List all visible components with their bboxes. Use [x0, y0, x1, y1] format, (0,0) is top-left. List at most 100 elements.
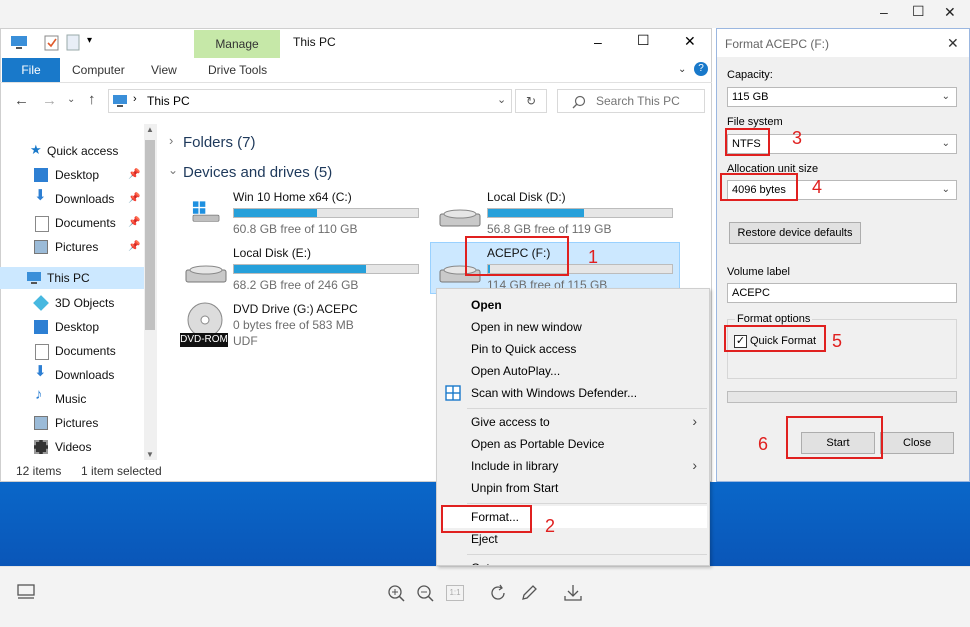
sidebar-item-pictures[interactable]: Pictures: [55, 236, 98, 258]
menu-item-open-portable[interactable]: Open as Portable Device: [471, 433, 604, 455]
explorer-maximize-icon[interactable]: ☐: [637, 32, 650, 49]
close-icon[interactable]: ✕: [944, 4, 956, 21]
capacity-label: Capacity:: [727, 69, 773, 81]
drive-filesystem: UDF: [233, 334, 258, 348]
zoom-out-icon[interactable]: [416, 584, 434, 602]
refresh-icon: ↻: [525, 94, 537, 108]
download-icon[interactable]: [564, 584, 582, 602]
status-item-count: 12 items: [16, 464, 62, 478]
volume-label-label: Volume label: [727, 266, 790, 278]
viewer-toolbar: [0, 566, 970, 627]
chevron-down-icon: ⌄: [941, 91, 950, 102]
sidebar-item-music[interactable]: Music: [55, 388, 86, 410]
explorer-close-icon[interactable]: ✕: [684, 33, 696, 50]
section-devices-and-drives[interactable]: Devices and drives (5): [183, 164, 332, 181]
annotation-number-4: 4: [812, 177, 823, 197]
tab-computer[interactable]: Computer: [72, 58, 125, 82]
sidebar-item-quick-access[interactable]: Quick access: [47, 140, 118, 162]
breadcrumb[interactable]: This PC: [147, 94, 190, 108]
sidebar-item-this-pc[interactable]: This PC: [47, 267, 90, 289]
address-dropdown-icon[interactable]: ⌄: [497, 93, 506, 106]
drive-name: Local Disk (E:): [233, 246, 312, 260]
menu-item-give-access[interactable]: Give access to: [471, 411, 550, 433]
restore-defaults-button[interactable]: Restore device defaults: [729, 222, 861, 244]
tab-drive-tools[interactable]: Drive Tools: [208, 58, 267, 82]
status-selected-count: 1 item selected: [81, 464, 162, 478]
drive-tile[interactable]: Win 10 Home x64 (C:) 60.8 GB free of 110…: [183, 190, 423, 236]
manage-tab-header[interactable]: Manage: [194, 30, 280, 58]
sidebar-item-desktop-pc[interactable]: Desktop: [55, 316, 99, 338]
rotate-icon[interactable]: [490, 584, 508, 602]
drive-usage-fill: [234, 265, 367, 273]
nav-scrollbar[interactable]: ▲ ▼: [144, 124, 157, 460]
back-icon[interactable]: ←: [14, 92, 29, 109]
menu-item-cut[interactable]: Cut: [471, 557, 490, 565]
chevron-down-icon[interactable]: ⌄: [168, 163, 178, 177]
menu-item-scan-defender[interactable]: Scan with Windows Defender...: [471, 382, 637, 404]
menu-separator: [467, 503, 707, 504]
quick-access-star-icon: ★: [30, 142, 42, 157]
new-folder-icon[interactable]: [66, 34, 80, 51]
explorer-minimize-icon[interactable]: –: [594, 34, 602, 50]
drive-usage-fill: [234, 209, 317, 217]
menu-separator: [467, 408, 707, 409]
edit-icon[interactable]: [520, 584, 538, 602]
drive-tile[interactable]: Local Disk (E:) 68.2 GB free of 246 GB: [183, 246, 423, 292]
dvd-drive-tile[interactable]: DVD-ROM DVD Drive (G:) ACEPC 0 bytes fre…: [180, 302, 423, 348]
computer-icon: [27, 272, 41, 284]
sidebar-item-3d-objects[interactable]: 3D Objects: [55, 292, 114, 314]
address-bar[interactable]: › This PC ⌄: [108, 89, 512, 113]
refresh-button[interactable]: ↻: [515, 89, 547, 113]
help-icon[interactable]: ?: [694, 62, 708, 76]
menu-item-open-new-window[interactable]: Open in new window: [471, 316, 582, 338]
sidebar-item-pictures-pc[interactable]: Pictures: [55, 412, 98, 434]
ribbon-expand-icon[interactable]: ⌄: [678, 58, 686, 82]
capacity-select[interactable]: 115 GB ⌄: [727, 87, 957, 107]
chevron-right-icon[interactable]: ›: [169, 133, 173, 148]
volume-label-input[interactable]: ACEPC: [727, 283, 957, 303]
zoom-in-icon[interactable]: [387, 584, 405, 602]
minimize-icon[interactable]: –: [880, 4, 888, 20]
tab-view[interactable]: View: [151, 58, 177, 82]
drive-name: DVD Drive (G:) ACEPC: [233, 302, 358, 316]
dvd-rom-badge: DVD-ROM: [180, 333, 228, 347]
search-field[interactable]: [557, 89, 708, 113]
drive-name: Win 10 Home x64 (C:): [233, 190, 352, 204]
downloads-icon: ⬇: [34, 187, 47, 204]
drive-name: Local Disk (D:): [487, 190, 566, 204]
up-icon[interactable]: ↑: [88, 91, 96, 108]
qat-dropdown-icon[interactable]: ▾: [87, 35, 92, 46]
properties-icon[interactable]: [44, 34, 60, 51]
computer-icon: [11, 36, 27, 49]
sidebar-item-downloads-pc[interactable]: Downloads: [55, 364, 114, 386]
annotation-number-5: 5: [832, 331, 843, 351]
videos-icon: [34, 440, 48, 454]
monitor-icon[interactable]: [17, 584, 35, 600]
menu-item-unpin-start[interactable]: Unpin from Start: [471, 477, 558, 499]
section-folders[interactable]: Folders (7): [183, 134, 256, 151]
menu-item-include-library[interactable]: Include in library: [471, 455, 558, 477]
menu-item-pin-quick-access[interactable]: Pin to Quick access: [471, 338, 576, 360]
drive-usage-bar: [233, 208, 419, 218]
tab-file[interactable]: File: [2, 58, 60, 82]
file-system-label: File system: [727, 116, 783, 128]
search-input[interactable]: [594, 93, 708, 109]
maximize-icon[interactable]: ☐: [912, 3, 925, 20]
format-dialog: Format ACEPC (F:) ✕ Capacity: 115 GB ⌄ Fi…: [716, 28, 970, 482]
menu-item-open[interactable]: Open: [471, 294, 502, 316]
forward-icon[interactable]: →: [42, 92, 57, 109]
sidebar-item-documents-pc[interactable]: Documents: [55, 340, 116, 362]
format-options-label: Format options: [735, 313, 813, 325]
sidebar-item-videos[interactable]: Videos: [55, 436, 91, 458]
sidebar-item-desktop[interactable]: Desktop: [55, 164, 99, 186]
sidebar-item-documents[interactable]: Documents: [55, 212, 116, 234]
annotation-box-1: [465, 236, 569, 276]
drive-tile[interactable]: Local Disk (D:) 56.8 GB free of 119 GB: [437, 190, 677, 236]
format-progress-bar: [727, 391, 957, 403]
sidebar-item-downloads[interactable]: Downloads: [55, 188, 114, 210]
close-button[interactable]: Close: [880, 432, 954, 454]
windows-defender-icon: [445, 385, 461, 401]
recent-dropdown-icon[interactable]: ⌄: [67, 94, 75, 105]
dialog-close-icon[interactable]: ✕: [947, 35, 959, 52]
menu-item-open-autoplay[interactable]: Open AutoPlay...: [471, 360, 560, 382]
